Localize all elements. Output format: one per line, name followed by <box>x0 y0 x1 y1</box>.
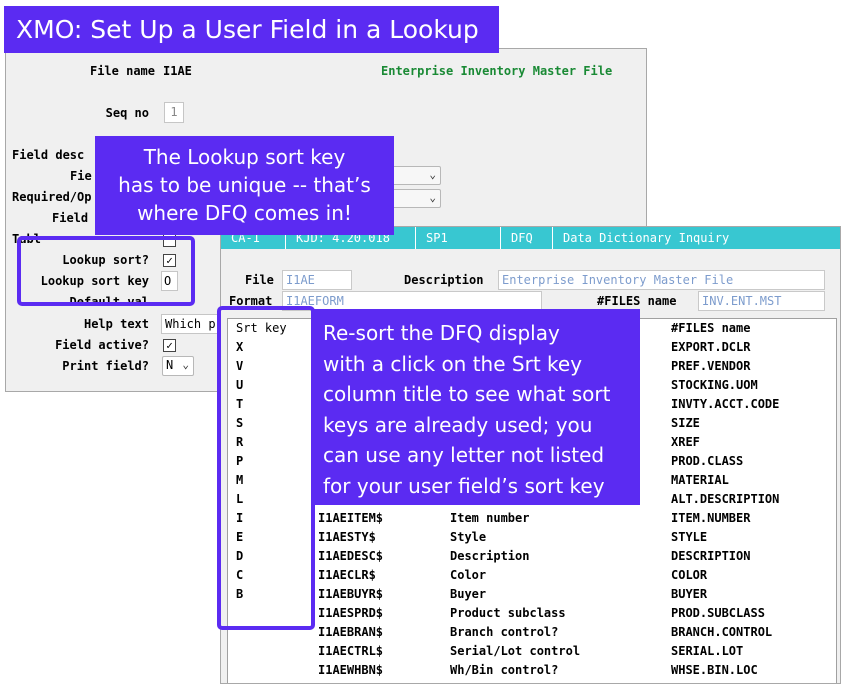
file-description: Enterprise Inventory Master File <box>381 64 613 78</box>
field-description-cell: Branch control? <box>450 625 559 639</box>
file-field[interactable]: I1AE <box>282 270 352 290</box>
callout-line: Re-sort the DFQ display <box>323 321 560 345</box>
files-name-cell: XREF <box>671 435 700 449</box>
files-name-cell: MATERIAL <box>671 473 729 487</box>
tab-program[interactable]: DFQ <box>501 227 553 249</box>
file-name-label: File name <box>89 64 155 78</box>
table-row[interactable]: E I1AESTY$ Style STYLE <box>228 528 836 547</box>
seq-no-label: Seq no <box>105 106 149 120</box>
callout-line: with a click on the Srt key <box>323 351 583 376</box>
callout-line: keys are already used; you <box>323 412 593 437</box>
files-name-cell: PROD.CLASS <box>671 454 744 468</box>
field-name-cell: I1AEBRAN$ <box>318 625 384 639</box>
field-description-cell: Wh/Bin control? <box>450 663 559 677</box>
field2-label: Field <box>52 211 89 225</box>
field-description-cell: Description <box>450 549 530 563</box>
tab-printer[interactable]: SP1 <box>416 227 501 249</box>
title-banner: XMO: Set Up a User Field in a Lookup <box>4 6 499 53</box>
field-name-cell: I1AEDESC$ <box>318 549 384 563</box>
chevron-down-icon: ⌄ <box>182 358 189 371</box>
callout-line: The Lookup sort key <box>143 145 346 169</box>
lookup-sort-highlight <box>17 236 195 306</box>
table-row[interactable]: I1AEWHBN$ Wh/Bin control? WHSE.BIN.LOC <box>228 661 836 680</box>
callout-line: where DFQ comes in! <box>137 201 352 225</box>
field-name-cell: I1AECLR$ <box>318 568 376 582</box>
field-active-label: Field active? <box>55 338 149 352</box>
tab-program-title: Data Dictionary Inquiry <box>563 231 730 245</box>
table-row[interactable]: I1AESPRD$ Product subclass PROD.SUBCLASS <box>228 604 836 623</box>
seq-no-field[interactable]: 1 <box>164 102 184 123</box>
files-name-label: #FILES name <box>597 294 677 308</box>
description-label: Description <box>404 273 484 287</box>
chevron-down-icon: ⌄ <box>429 168 436 181</box>
files-name-column-header[interactable]: #FILES name <box>671 319 750 338</box>
callout-line: column title to see what sort <box>323 382 611 406</box>
field-description-cell: Serial/Lot control <box>450 644 581 658</box>
callout-line: has to be unique -- that’s <box>118 173 371 197</box>
format-field[interactable]: I1AEFORM <box>282 291 542 311</box>
print-field-dropdown[interactable]: N ⌄ <box>162 356 194 376</box>
field-name-cell: I1AECTRL$ <box>318 644 384 658</box>
files-name-field[interactable]: INV.ENT.MST <box>698 291 825 311</box>
files-name-cell: EXPORT.DCLR <box>671 340 751 354</box>
field-description-cell: Product subclass <box>450 606 566 620</box>
table-row[interactable]: B I1AEBUYR$ Buyer BUYER <box>228 585 836 604</box>
files-name-cell: BRANCH.CONTROL <box>671 625 773 639</box>
callout-line: for your user field’s sort key <box>323 473 605 498</box>
callout-line: can use any letter not listed <box>323 443 605 467</box>
help-text-label: Help text <box>83 317 149 331</box>
table-row[interactable]: I1AECTRL$ Serial/Lot control SERIAL.LOT <box>228 642 836 661</box>
chevron-down-icon: ⌄ <box>429 191 436 204</box>
srt-key-highlight <box>217 306 315 630</box>
files-name-cell: BUYER <box>671 587 708 601</box>
print-field-value: N <box>166 358 174 372</box>
description-field[interactable]: Enterprise Inventory Master File <box>498 270 825 290</box>
table-row[interactable]: C I1AECLR$ Color COLOR <box>228 566 836 585</box>
file-name-value: I1AE <box>163 64 192 78</box>
files-name-cell: COLOR <box>671 568 708 582</box>
field-type-dropdown[interactable]: ⌄ <box>391 166 441 185</box>
required-label: Required/Op <box>12 190 92 204</box>
required-dropdown[interactable]: ⌄ <box>391 189 441 208</box>
field-active-checkbox[interactable]: ✓ <box>163 339 176 352</box>
field-description-cell: Item number <box>450 511 530 525</box>
files-name-cell: WHSE.BIN.LOC <box>671 663 758 677</box>
files-name-cell: PREF.VENDOR <box>671 359 751 373</box>
files-name-cell: ALT.DESCRIPTION <box>671 492 780 506</box>
files-name-cell: PROD.SUBCLASS <box>671 606 765 620</box>
file-label: File <box>245 273 274 287</box>
table-row[interactable]: I I1AEITEM$ Item number ITEM.NUMBER <box>228 509 836 528</box>
print-field-label: Print field? <box>62 359 149 373</box>
files-name-cell: DESCRIPTION <box>671 549 751 563</box>
table-row[interactable]: I1AEBRAN$ Branch control? BRANCH.CONTROL <box>228 623 836 642</box>
field-description-cell: Style <box>450 530 487 544</box>
lookup-key-callout: The Lookup sort key has to be unique -- … <box>95 136 394 235</box>
files-name-cell: ITEM.NUMBER <box>671 511 751 525</box>
field-description-cell: Color <box>450 568 487 582</box>
files-name-cell: SIZE <box>671 416 700 430</box>
field-description-cell: Buyer <box>450 587 487 601</box>
resort-callout: Re-sort the DFQ display with a click on … <box>313 309 640 505</box>
table-row[interactable]: D I1AEDESC$ Description DESCRIPTION <box>228 547 836 566</box>
files-name-cell: STOCKING.UOM <box>671 378 758 392</box>
field-name-cell: I1AEITEM$ <box>318 511 384 525</box>
field-name-cell: I1AESPRD$ <box>318 606 384 620</box>
field-name-cell: I1AESTY$ <box>318 530 376 544</box>
field-description-label: Field desc <box>12 148 85 162</box>
field-name-cell: I1AEBUYR$ <box>318 587 384 601</box>
files-name-cell: STYLE <box>671 530 708 544</box>
files-name-cell: INVTY.ACCT.CODE <box>671 397 780 411</box>
field-label: Fie <box>70 169 92 183</box>
files-name-cell: SERIAL.LOT <box>671 644 744 658</box>
field-name-cell: I1AEWHBN$ <box>318 663 384 677</box>
